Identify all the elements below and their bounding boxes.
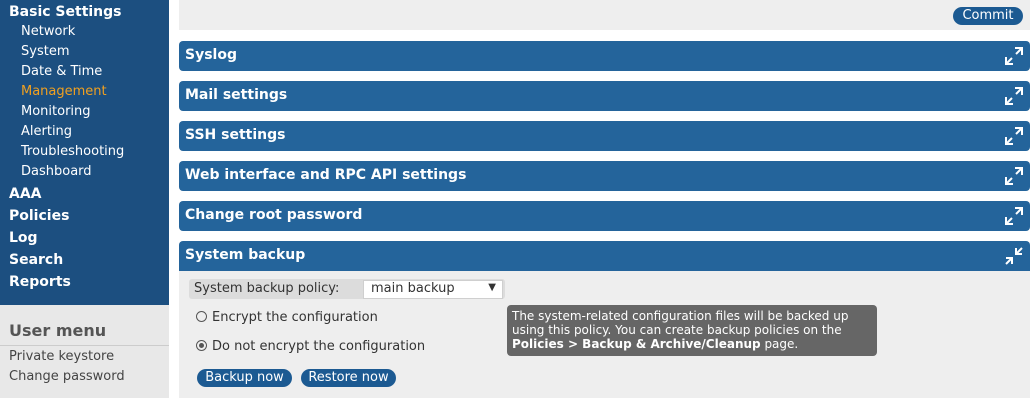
tooltip-text: The system-related configuration files w… xyxy=(512,309,849,337)
panel-title: Web interface and RPC API settings xyxy=(185,167,467,183)
nav-alerting[interactable]: Alerting xyxy=(21,124,72,140)
backup-policy-label: System backup policy: xyxy=(194,281,340,296)
main-navigation: Basic Settings Network System Date & Tim… xyxy=(0,0,169,305)
main-content: Commit Syslog Mail settings SSH settings… xyxy=(179,0,1030,398)
nav-monitoring[interactable]: Monitoring xyxy=(21,104,91,120)
restore-now-button[interactable]: Restore now xyxy=(301,369,396,387)
backup-policy-select[interactable]: main backup ▼ xyxy=(363,280,503,299)
user-menu-divider xyxy=(0,345,169,346)
panel-title: Mail settings xyxy=(185,87,288,103)
dropdown-arrow-icon: ▼ xyxy=(488,282,496,293)
encrypt-option[interactable]: Encrypt the configuration xyxy=(196,310,378,325)
encrypt-label: Encrypt the configuration xyxy=(212,310,378,325)
panel-web-interface[interactable]: Web interface and RPC API settings xyxy=(179,161,1030,191)
backup-policy-tooltip: The system-related configuration files w… xyxy=(507,305,877,356)
no-encrypt-option[interactable]: Do not encrypt the configuration xyxy=(196,339,425,354)
sidebar: Basic Settings Network System Date & Tim… xyxy=(0,0,169,398)
panel-title: SSH settings xyxy=(185,127,286,143)
nav-network[interactable]: Network xyxy=(21,24,75,40)
user-menu-change-password[interactable]: Change password xyxy=(9,369,125,384)
collapse-icon[interactable] xyxy=(1004,246,1024,266)
commit-button[interactable]: Commit xyxy=(953,7,1023,25)
nav-aaa[interactable]: AAA xyxy=(9,185,42,203)
no-encrypt-label: Do not encrypt the configuration xyxy=(212,339,426,354)
panel-mail-settings[interactable]: Mail settings xyxy=(179,81,1030,111)
nav-log[interactable]: Log xyxy=(9,229,38,247)
backup-now-button[interactable]: Backup now xyxy=(197,369,292,387)
nav-system[interactable]: System xyxy=(21,44,69,60)
radio-checked-icon[interactable] xyxy=(196,340,207,351)
panel-system-backup[interactable]: System backup xyxy=(179,241,1030,271)
tooltip-end: page. xyxy=(760,337,799,351)
nav-management[interactable]: Management xyxy=(21,84,107,100)
nav-dashboard[interactable]: Dashboard xyxy=(21,164,92,180)
user-menu-private-keystore[interactable]: Private keystore xyxy=(9,349,114,364)
nav-reports[interactable]: Reports xyxy=(9,273,71,291)
nav-policies[interactable]: Policies xyxy=(9,207,69,225)
panel-title: System backup xyxy=(185,247,306,263)
nav-date-time[interactable]: Date & Time xyxy=(21,64,102,80)
panel-title: Change root password xyxy=(185,207,363,223)
commit-bar: Commit xyxy=(179,0,1030,30)
panel-ssh-settings[interactable]: SSH settings xyxy=(179,121,1030,151)
backup-policy-value: main backup xyxy=(371,281,455,296)
backup-policy-row: System backup policy: main backup ▼ xyxy=(189,279,505,299)
nav-search[interactable]: Search xyxy=(9,251,63,269)
user-menu-title: User menu xyxy=(9,321,107,340)
tooltip-policies-link: Policies > Backup & Archive/Cleanup xyxy=(512,337,761,351)
panel-change-root-password[interactable]: Change root password xyxy=(179,201,1030,231)
system-backup-body: System backup policy: main backup ▼ Encr… xyxy=(179,271,1030,398)
panel-title: Syslog xyxy=(185,47,237,63)
expand-icon[interactable] xyxy=(1004,166,1024,186)
nav-troubleshooting[interactable]: Troubleshooting xyxy=(21,144,124,160)
expand-icon[interactable] xyxy=(1004,86,1024,106)
panel-syslog[interactable]: Syslog xyxy=(179,41,1030,71)
radio-unchecked-icon[interactable] xyxy=(196,311,207,322)
nav-basic-settings[interactable]: Basic Settings xyxy=(9,3,122,21)
expand-icon[interactable] xyxy=(1004,126,1024,146)
expand-icon[interactable] xyxy=(1004,46,1024,66)
expand-icon[interactable] xyxy=(1004,206,1024,226)
